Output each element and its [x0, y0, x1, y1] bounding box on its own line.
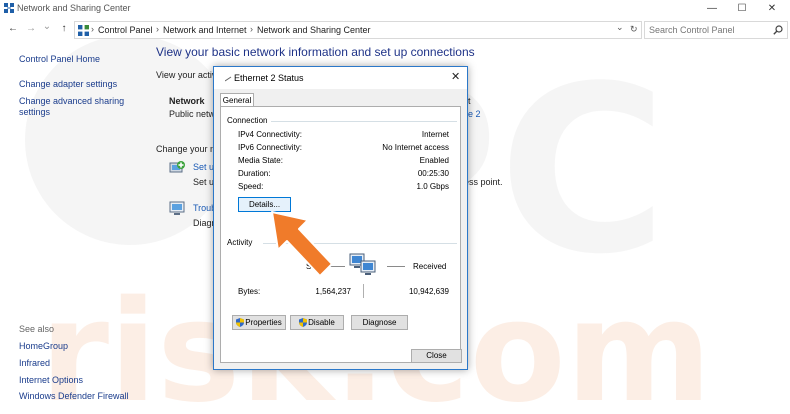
setup-connection-description-end: ess point. — [464, 177, 503, 187]
ethernet-status-dialog: Ethernet 2 Status ✕ General Connection I… — [213, 66, 468, 370]
view-active-networks-label: View your activ — [156, 70, 217, 80]
uac-shield-icon — [299, 318, 308, 327]
properties-button[interactable]: Properties — [232, 315, 286, 330]
network-type: Public netw — [169, 109, 216, 119]
control-panel-home-link[interactable]: Control Panel Home — [19, 54, 100, 64]
network-name: Network — [169, 96, 205, 106]
diagnose-button[interactable]: Diagnose — [351, 315, 408, 330]
breadcrumb-network-internet[interactable]: Network and Internet — [163, 25, 247, 35]
ipv4-connectivity-label: IPv4 Connectivity: — [238, 130, 303, 139]
speed-label: Speed: — [238, 182, 264, 191]
window: PC risk.com Network and Sharing Center —… — [0, 0, 790, 414]
dialog-body: General Connection IPv4 Connectivity: In… — [214, 89, 467, 369]
received-line — [387, 266, 405, 267]
change-settings-heading: Change your n — [156, 144, 216, 154]
see-also-heading: See also — [19, 324, 55, 334]
forward-icon[interactable]: → — [24, 22, 38, 36]
address-dropdown-icon[interactable]: ⌄ — [616, 22, 624, 33]
media-state-label: Media State: — [238, 156, 283, 165]
activity-group-label: Activity — [227, 238, 256, 247]
change-adapter-settings-link[interactable]: Change adapter settings — [19, 79, 117, 89]
address-bar[interactable]: › Control Panel › Network and Internet ›… — [74, 21, 642, 39]
bytes-label: Bytes: — [238, 287, 261, 296]
network-center-icon — [4, 3, 14, 13]
homegroup-link[interactable]: HomeGroup — [19, 341, 68, 351]
close-button[interactable]: Close — [411, 349, 462, 363]
control-panel-icon — [78, 25, 89, 36]
infrared-link[interactable]: Infrared — [19, 358, 50, 368]
refresh-icon[interactable]: ↻ — [630, 24, 638, 35]
search-input[interactable]: Search Control Panel — [649, 25, 735, 35]
dialog-title: Ethernet 2 Status — [234, 73, 304, 83]
setup-connection-link[interactable]: Set u — [193, 162, 214, 172]
network-activity-icon — [349, 253, 376, 275]
disable-button-label: Disable — [308, 318, 335, 327]
ipv6-connectivity-value: No Internet access — [382, 143, 449, 152]
duration-label: Duration: — [238, 169, 271, 178]
general-tab-page: Connection IPv4 Connectivity: Internet I… — [220, 106, 461, 363]
search-icon[interactable] — [773, 25, 783, 35]
breadcrumb-separator: › — [250, 24, 253, 34]
duration-value: 00:25:30 — [417, 169, 449, 178]
windows-defender-firewall-link[interactable]: Windows Defender Firewall — [19, 391, 129, 401]
bytes-sent-value: 1,564,237 — [315, 287, 351, 296]
back-icon[interactable]: ← — [6, 22, 20, 36]
title-bar: Network and Sharing Center — ☐ ✕ — [0, 0, 790, 18]
uac-shield-icon — [236, 318, 245, 327]
recent-locations-icon[interactable]: ⌄ — [40, 20, 54, 34]
ipv4-connectivity-value: Internet — [421, 130, 449, 139]
troubleshoot-icon — [169, 201, 185, 215]
speed-value: 1.0 Gbps — [416, 182, 449, 191]
new-connection-icon — [169, 161, 185, 173]
ethernet-connection-link[interactable]: e 2 — [468, 109, 481, 119]
page-title: View your basic network information and … — [156, 45, 475, 59]
connection-group-label: Connection — [227, 116, 271, 125]
bytes-received-value: 10,942,639 — [408, 287, 449, 296]
close-window-button[interactable]: ✕ — [757, 0, 787, 18]
media-state-value: Enabled — [419, 156, 449, 165]
minimize-button[interactable]: — — [697, 0, 727, 18]
setup-connection-description: Set u — [193, 177, 215, 187]
breadcrumb-separator: › — [156, 24, 159, 34]
tab-general[interactable]: General — [220, 93, 254, 107]
internet-options-link[interactable]: Internet Options — [19, 375, 83, 385]
ethernet-icon — [225, 76, 232, 82]
properties-button-label: Properties — [245, 318, 282, 327]
access-type-label: t — [468, 96, 471, 106]
change-advanced-sharing-link-cont[interactable]: settings — [19, 107, 50, 117]
window-title: Network and Sharing Center — [17, 3, 131, 13]
breadcrumb-control-panel[interactable]: Control Panel — [98, 25, 153, 35]
up-icon[interactable]: ↑ — [57, 22, 71, 36]
breadcrumb-separator: › — [91, 24, 94, 34]
received-label: Received — [413, 262, 447, 271]
connection-group-line — [271, 121, 457, 122]
dialog-close-icon[interactable]: ✕ — [451, 70, 460, 83]
breadcrumb-network-sharing-center[interactable]: Network and Sharing Center — [257, 25, 371, 35]
bytes-divider — [363, 284, 364, 298]
change-advanced-sharing-link[interactable]: Change advanced sharing — [19, 96, 124, 106]
disable-button[interactable]: Disable — [290, 315, 344, 330]
annotation-arrow-icon — [271, 211, 333, 277]
maximize-button[interactable]: ☐ — [727, 0, 757, 18]
search-box[interactable]: Search Control Panel — [644, 21, 788, 39]
ipv6-connectivity-label: IPv6 Connectivity: — [238, 143, 303, 152]
